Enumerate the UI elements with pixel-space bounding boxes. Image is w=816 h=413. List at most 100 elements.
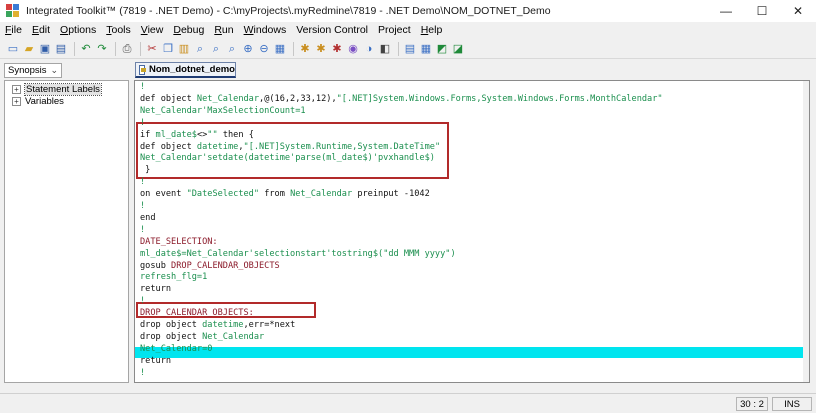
code-token: DROP_CALENDAR_OBJECTS: [140, 308, 254, 319]
zoom-in-icon[interactable]: ⊕ [241, 42, 255, 56]
export-icon[interactable]: ◪ [451, 42, 465, 56]
code-line[interactable]: Net_Calendar=0 [140, 344, 212, 355]
settings-icon[interactable]: ◩ [435, 42, 449, 56]
code-line[interactable]: ! [140, 82, 145, 93]
current-line-highlight [135, 347, 804, 358]
breakpoint-icon[interactable]: ◑ [362, 42, 376, 56]
toolbar-separator [115, 41, 116, 56]
code-token: drop object [140, 331, 203, 342]
window-title: Integrated Toolkit™ (7819 - .NET Demo) -… [26, 5, 551, 17]
code-line[interactable]: drop object Net_Calendar [140, 332, 264, 343]
toolbar-separator [74, 41, 75, 56]
code-line[interactable]: } [140, 165, 150, 176]
code-token: Net_Calendar'setdate(datetime'parse(ml_d… [140, 153, 435, 164]
code-line[interactable]: return [140, 284, 171, 295]
code-token: def object [140, 141, 197, 152]
code-token: gosub [140, 260, 172, 271]
code-line[interactable]: if ml_date$<>"" then { [140, 130, 254, 141]
document-icon [139, 64, 146, 75]
code-line[interactable]: ! [140, 225, 145, 236]
menu-project[interactable]: Project [373, 24, 416, 36]
code-editor[interactable]: ! def object Net_Calendar,@(16,2,33,12),"… [134, 80, 810, 383]
synopsis-dropdown[interactable]: Synopsis ⌄ [4, 63, 62, 78]
code-line[interactable]: on event "DateSelected" from Net_Calenda… [140, 189, 430, 200]
menu-windows[interactable]: Windows [239, 24, 292, 36]
paste-icon[interactable]: ▥ [177, 42, 191, 56]
menu-run[interactable]: Run [209, 24, 238, 36]
menu-version-control[interactable]: Version Control [291, 24, 373, 36]
copy-icon[interactable]: ❐ [161, 42, 175, 56]
find-next-icon[interactable]: ⌕ [209, 42, 223, 56]
zoom-out-icon[interactable]: ⊖ [257, 42, 271, 56]
menu-file[interactable]: File [0, 24, 27, 36]
redo-icon[interactable]: ↷ [95, 42, 109, 56]
minimize-button[interactable]: — [708, 0, 744, 22]
code-token: "[.NET]System.Windows.Forms,System.Windo… [336, 93, 663, 104]
app-logo-icon [6, 4, 20, 18]
maximize-button[interactable]: ☐ [744, 0, 780, 22]
tab-nom-dotnet-demo[interactable]: Nom_dotnet_demo [135, 62, 236, 78]
expand-icon[interactable]: + [12, 84, 21, 94]
code-token: ! [140, 367, 146, 378]
goto-icon[interactable]: ▦ [273, 42, 287, 56]
code-line[interactable]: def object datetime,"[.NET]System.Runtim… [140, 142, 440, 153]
save-icon[interactable]: ▣ [38, 42, 52, 56]
close-button[interactable]: ✕ [780, 0, 816, 22]
replace-icon[interactable]: ⌕ [225, 42, 239, 56]
menu-bar: File Edit Options Tools View Debug Run W… [0, 22, 816, 38]
code-line[interactable]: ! [140, 118, 145, 129]
code-line[interactable]: ml_date$=Net_Calendar'selectionstart'tos… [140, 249, 456, 260]
menu-options[interactable]: Options [55, 24, 101, 36]
panel-icon[interactable]: ▦ [419, 42, 433, 56]
menu-help[interactable]: Help [416, 24, 448, 36]
debug-icon[interactable]: ✱ [330, 42, 344, 56]
code-token: Net_Calendar=0 [140, 343, 213, 354]
print-icon[interactable]: ⎙ [120, 42, 134, 56]
code-token: "" [207, 129, 218, 140]
menu-edit[interactable]: Edit [27, 24, 55, 36]
window-icon[interactable]: ▤ [403, 42, 417, 56]
code-line[interactable]: gosub DROP_CALENDAR_OBJECTS [140, 261, 280, 272]
menu-view[interactable]: View [136, 24, 169, 36]
code-token: ) [450, 248, 456, 259]
code-token: refresh_flg=1 [140, 272, 208, 283]
insert-mode-indicator: INS [772, 397, 812, 411]
code-line[interactable]: return [140, 356, 171, 367]
window-controls: — ☐ ✕ [708, 0, 816, 22]
code-line[interactable]: ! [140, 177, 145, 188]
new-file-icon[interactable]: ▭ [6, 42, 20, 56]
code-line[interactable]: end [140, 213, 156, 224]
code-token: ! [140, 117, 146, 128]
code-line[interactable]: ! [140, 296, 145, 307]
menu-debug[interactable]: Debug [168, 24, 209, 36]
code-line[interactable]: refresh_flg=1 [140, 272, 207, 283]
code-line[interactable]: drop object datetime,err=*next [140, 320, 295, 331]
code-line[interactable]: ! [140, 201, 145, 212]
compile-icon[interactable]: ✱ [298, 42, 312, 56]
save-all-icon[interactable]: ▤ [54, 42, 68, 56]
synopsis-value: Synopsis [8, 65, 47, 76]
stop-icon[interactable]: ◧ [378, 42, 392, 56]
vertical-scrollbar[interactable] [803, 81, 809, 382]
code-line[interactable]: DATE_SELECTION: [140, 237, 218, 248]
code-line[interactable]: ! [140, 368, 145, 379]
cut-icon[interactable]: ✂ [145, 42, 159, 56]
code-token: return [140, 284, 172, 295]
undo-icon[interactable]: ↶ [79, 42, 93, 56]
run-icon[interactable]: ✱ [314, 42, 328, 56]
expand-icon[interactable]: + [12, 96, 21, 106]
code-token: Net_Calendar [196, 93, 260, 104]
tree-item-variables[interactable]: + Variables [12, 95, 64, 107]
code-line[interactable]: def object Net_Calendar,@(16,2,33,12),"[… [140, 94, 663, 105]
tree-item-statement-labels[interactable]: + Statement Labels [12, 82, 102, 96]
code-line[interactable]: Net_Calendar'MaxSelectionCount=1 [140, 106, 306, 117]
code-line[interactable]: DROP_CALENDAR_OBJECTS: [140, 308, 254, 319]
open-folder-icon[interactable]: ▰ [22, 42, 36, 56]
code-token: on event [140, 189, 187, 200]
menu-tools[interactable]: Tools [101, 24, 136, 36]
step-icon[interactable]: ◉ [346, 42, 360, 56]
code-token: end [140, 212, 156, 223]
code-token: ml_date$ [155, 129, 197, 140]
find-icon[interactable]: ⌕ [193, 42, 207, 56]
code-line[interactable]: Net_Calendar'setdate(datetime'parse(ml_d… [140, 153, 435, 164]
